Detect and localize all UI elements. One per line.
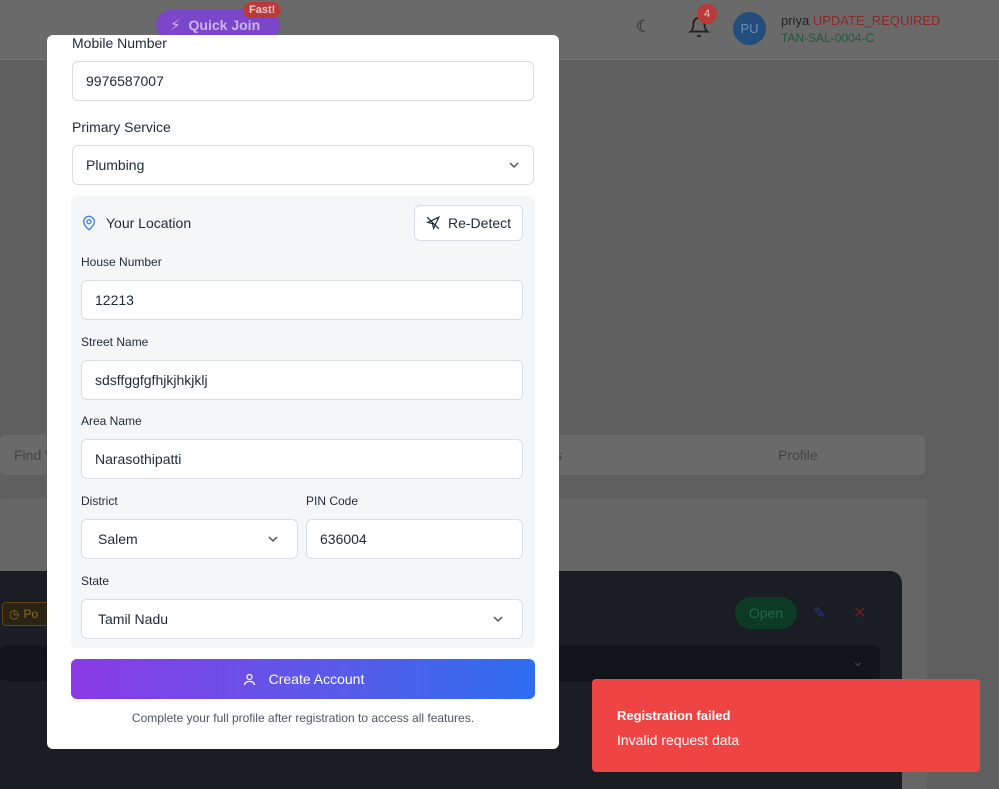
notification-count-badge: 4: [697, 4, 717, 24]
toast-message: Invalid request data: [617, 732, 740, 748]
chevron-down-icon: [493, 616, 503, 623]
area-value: Narasothipatti: [95, 451, 182, 467]
redetect-label: Re-Detect: [447, 215, 512, 231]
chevron-down-icon: ⌄: [852, 653, 864, 669]
fast-badge: Fast!: [243, 2, 282, 18]
map-pin-icon: [82, 215, 96, 231]
district-label: District: [81, 494, 118, 508]
street-label: Street Name: [81, 335, 149, 349]
create-account-button[interactable]: Create Account: [71, 659, 535, 699]
edit-icon[interactable]: ✎: [813, 604, 826, 622]
street-value: sdsffggfgfhjkjhkjklj: [95, 372, 208, 388]
quick-join-label: Quick Join: [188, 17, 261, 33]
service-label: Primary Service: [72, 119, 171, 135]
tab-profile[interactable]: Profile: [778, 447, 818, 463]
house-input[interactable]: 12213: [81, 280, 523, 320]
location-off-icon: [426, 216, 440, 230]
user-icon: [243, 673, 255, 685]
street-input[interactable]: sdsffggfgfhjkjhkjklj: [81, 360, 523, 400]
moon-icon[interactable]: ☾: [636, 17, 656, 37]
house-label: House Number: [81, 255, 162, 269]
pin-label: PIN Code: [306, 494, 359, 508]
state-select[interactable]: Tamil Nadu: [81, 599, 523, 639]
service-value: Plumbing: [86, 157, 145, 173]
close-icon[interactable]: ✕: [853, 603, 866, 623]
post-badge-label: Po: [23, 607, 39, 621]
location-panel: Your Location Re-Detect House Number 122…: [71, 196, 535, 648]
service-select[interactable]: Plumbing: [72, 145, 534, 185]
chevron-down-icon: [509, 162, 519, 169]
house-value: 12213: [95, 292, 134, 308]
mobile-label: Mobile Number: [72, 35, 167, 51]
create-account-label: Create Account: [268, 671, 365, 687]
location-title: Your Location: [81, 215, 191, 231]
redetect-button[interactable]: Re-Detect: [414, 205, 523, 241]
lightning-icon: ⚡: [170, 17, 181, 34]
user-name: priya UPDATE_REQUIRED: [781, 13, 940, 28]
helper-text: Complete your full profile after registr…: [131, 711, 475, 725]
chevron-down-icon: [268, 536, 278, 543]
open-status-badge: Open: [735, 597, 797, 629]
user-id: TAN-SAL-0004-C: [781, 31, 875, 45]
location-title-text: Your Location: [106, 215, 192, 231]
district-select[interactable]: Salem: [81, 519, 298, 559]
state-label: State: [81, 574, 110, 588]
registration-modal: Mobile Number 9976587007 Primary Service…: [47, 35, 559, 749]
pin-value: 636004: [320, 531, 367, 547]
toast-title: Registration failed: [617, 708, 731, 723]
pin-input[interactable]: 636004: [306, 519, 523, 559]
area-label: Area Name: [81, 414, 142, 428]
mobile-value: 9976587007: [86, 73, 164, 89]
state-value: Tamil Nadu: [98, 611, 169, 627]
error-toast[interactable]: Registration failed Invalid request data: [592, 679, 980, 772]
user-name-text: priya: [781, 13, 810, 28]
district-value: Salem: [98, 531, 138, 547]
area-input[interactable]: Narasothipatti: [81, 439, 523, 479]
mobile-input[interactable]: 9976587007: [72, 61, 534, 101]
user-status: UPDATE_REQUIRED: [812, 13, 941, 28]
clock-icon: ◷: [9, 607, 20, 621]
avatar[interactable]: PU: [733, 12, 766, 45]
